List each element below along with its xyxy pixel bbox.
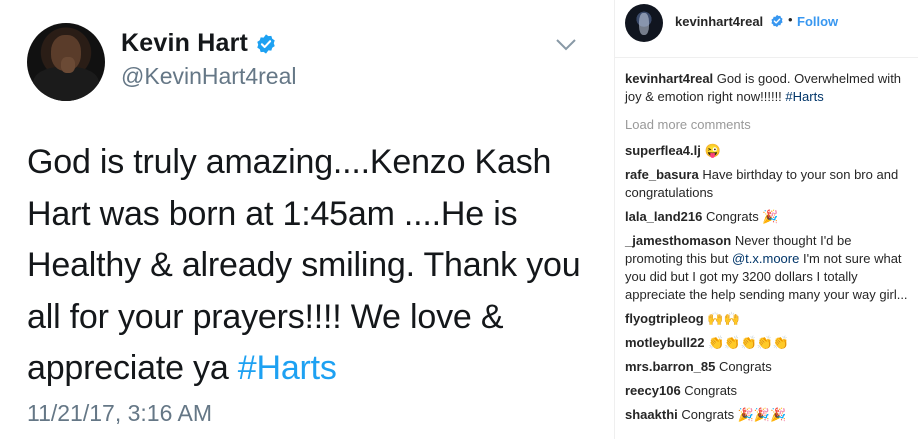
list-item: flyogtripleog 🙌🙌 xyxy=(625,310,911,328)
list-item: reecy106 Congrats xyxy=(625,382,911,400)
comment-text: Congrats 🎉 xyxy=(702,209,779,224)
comment-username[interactable]: kevinhart4real xyxy=(625,71,713,86)
handle[interactable]: @KevinHart4real xyxy=(121,63,296,90)
comment-text: 🙌🙌 xyxy=(703,311,740,326)
hashtag-link[interactable]: #Harts xyxy=(785,89,823,104)
tweet-text-line: Healthy & already smiling. Thank you xyxy=(27,246,581,284)
tweet-timestamp[interactable]: 11/21/17, 3:16 AM xyxy=(27,400,212,427)
comment-username[interactable]: mrs.barron_85 xyxy=(625,359,715,374)
separator-dot: • xyxy=(788,12,793,27)
comment-username[interactable]: flyogtripleog xyxy=(625,311,704,326)
post-caption: kevinhart4real God is good. Overwhelmed … xyxy=(625,70,911,106)
list-item: lala_land216 Congrats 🎉 xyxy=(625,208,911,226)
comment-username[interactable]: superflea4.lj xyxy=(625,143,701,158)
avatar[interactable] xyxy=(27,23,105,101)
tweet-card: Kevin Hart @KevinHart4real God is truly … xyxy=(0,0,614,439)
tweet-text-fragment: appreciate ya xyxy=(27,349,238,387)
tweet-text-line: Hart was born at 1:45am ....He is xyxy=(27,194,518,233)
avatar-hand xyxy=(61,57,75,73)
tweet-text-line: God is truly amazing....Kenzo Kash xyxy=(27,143,552,181)
comment-text: Congrats xyxy=(680,383,738,398)
comment-text: Congrats 🎉🎉🎉 xyxy=(677,407,787,422)
tweet-text-line: all for your prayers!!!! We love & xyxy=(27,297,504,336)
load-more-comments-link[interactable]: Load more comments xyxy=(625,116,911,134)
mention-link[interactable]: @t.x.moore xyxy=(732,251,799,266)
post-username[interactable]: kevinhart4real xyxy=(675,14,763,29)
chevron-down-icon[interactable] xyxy=(555,38,577,52)
comment-username[interactable]: reecy106 xyxy=(625,383,681,398)
comment-username[interactable]: rafe_basura xyxy=(625,167,699,182)
comment-username[interactable]: _jamesthomason xyxy=(625,233,731,248)
verified-badge-icon xyxy=(257,33,275,54)
avatar[interactable] xyxy=(625,4,663,42)
instagram-panel: kevinhart4real • Follow kevinhart4real G… xyxy=(614,0,918,439)
comment-username[interactable]: motleybull22 xyxy=(625,335,704,350)
display-name[interactable]: Kevin Hart xyxy=(121,29,248,58)
comment-username[interactable]: shaakthi xyxy=(625,407,678,422)
comment-username[interactable]: lala_land216 xyxy=(625,209,702,224)
tweet-author: Kevin Hart xyxy=(121,29,277,58)
comments-list: kevinhart4real God is good. Overwhelmed … xyxy=(625,70,911,430)
list-item: mrs.barron_85 Congrats xyxy=(625,358,911,376)
list-item: superflea4.lj 😜 xyxy=(625,142,911,160)
list-item: shaakthi Congrats 🎉🎉🎉 xyxy=(625,406,911,424)
list-item: motleybull22 👏👏👏👏👏 xyxy=(625,334,911,352)
tweet-text: God is truly amazing....Kenzo Kash Hart … xyxy=(27,137,602,395)
follow-button[interactable]: Follow xyxy=(797,14,838,29)
instagram-header: kevinhart4real • Follow xyxy=(615,0,918,58)
verified-badge-icon xyxy=(771,14,783,28)
comment-text: 😜 xyxy=(700,143,721,158)
list-item: _jamesthomason Never thought I'd be prom… xyxy=(625,232,911,304)
hashtag-link[interactable]: #Harts xyxy=(238,349,337,387)
list-item: rafe_basura Have birthday to your son br… xyxy=(625,166,911,202)
comment-text: 👏👏👏👏👏 xyxy=(704,335,790,350)
tweet-text-line: appreciate ya #Harts xyxy=(27,343,602,395)
comment-text: Congrats xyxy=(715,359,772,374)
avatar-figure xyxy=(639,13,649,35)
